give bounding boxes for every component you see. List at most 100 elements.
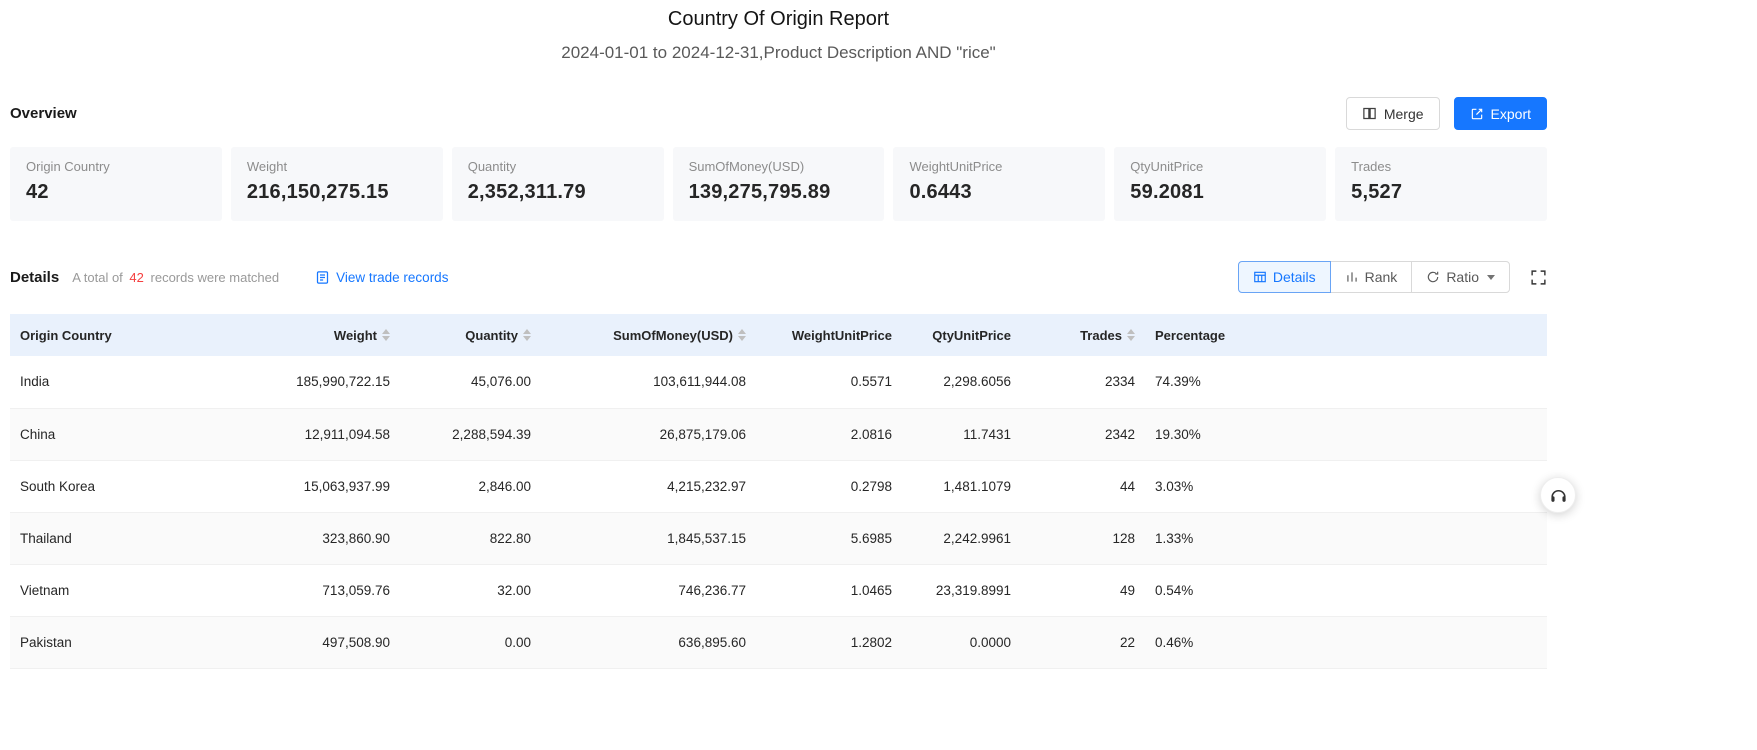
table-row[interactable]: South Korea 15,063,937.99 2,846.00 4,215… — [10, 460, 1547, 513]
table-body: India 185,990,722.15 45,076.00 103,611,9… — [10, 356, 1547, 669]
stat-card-label: QtyUnitPrice — [1130, 159, 1204, 174]
cell-sum-of-money: 1,845,537.15 — [541, 512, 756, 565]
table-row[interactable]: Thailand 323,860.90 822.80 1,845,537.15 … — [10, 512, 1547, 565]
cell-origin-country: India — [10, 356, 266, 409]
stat-card-label: Trades — [1351, 159, 1392, 174]
support-button[interactable] — [1540, 477, 1576, 513]
merge-button-label: Merge — [1383, 105, 1424, 122]
merge-icon — [1362, 106, 1377, 121]
rank-icon — [1345, 270, 1359, 284]
cell-qty-unit-price: 2,298.6056 — [902, 356, 1021, 409]
cell-quantity: 0.00 — [400, 616, 541, 669]
cell-weight: 15,063,937.99 — [266, 460, 400, 513]
merge-button[interactable]: Merge — [1345, 97, 1440, 130]
cell-percentage: 1.33% — [1145, 512, 1547, 565]
cell-quantity: 2,846.00 — [400, 460, 541, 513]
table-row[interactable]: India 185,990,722.15 45,076.00 103,611,9… — [10, 356, 1547, 409]
export-button[interactable]: Export — [1453, 97, 1547, 130]
sort-icon[interactable] — [1127, 329, 1135, 341]
cell-trades: 2342 — [1021, 408, 1145, 461]
stat-card-value: 2,352,311.79 — [467, 181, 586, 203]
overview-stat-cards: Origin Country 42 Weight 216,150,275.15 … — [10, 147, 1548, 221]
cell-weight: 185,990,722.15 — [266, 356, 400, 409]
stat-card: Weight 216,150,275.15 — [230, 147, 443, 221]
toolbar: Merge Export — [1345, 97, 1547, 130]
stat-card: Trades 5,527 — [1335, 147, 1548, 221]
sort-icon[interactable] — [738, 329, 746, 341]
cell-percentage: 74.39% — [1145, 356, 1547, 409]
stat-card-value: 216,150,275.15 — [246, 181, 389, 203]
cell-quantity: 822.80 — [400, 512, 541, 565]
headset-icon — [1549, 486, 1568, 505]
cell-weight-unit-price: 0.2798 — [756, 460, 902, 513]
page-title: Country Of Origin Report — [667, 8, 890, 30]
cell-origin-country: Vietnam — [10, 564, 266, 617]
tab-ratio[interactable]: Ratio — [1411, 261, 1510, 293]
cell-trades: 44 — [1021, 460, 1145, 513]
tab-ratio-label: Ratio — [1446, 269, 1479, 285]
fullscreen-button[interactable] — [1530, 269, 1547, 286]
cell-weight-unit-price: 1.2802 — [756, 616, 902, 669]
cell-weight-unit-price: 5.6985 — [756, 512, 902, 565]
table-row[interactable]: China 12,911,094.58 2,288,594.39 26,875,… — [10, 408, 1547, 461]
cell-sum-of-money: 746,236.77 — [541, 564, 756, 617]
cell-percentage: 0.54% — [1145, 564, 1547, 617]
overview-header-row: Overview Merge Export — [10, 97, 1547, 130]
cell-quantity: 45,076.00 — [400, 356, 541, 409]
trade-records-icon — [315, 270, 330, 285]
header-percentage: Percentage — [1145, 314, 1547, 356]
header-label: Quantity — [465, 327, 518, 343]
cell-sum-of-money: 636,895.60 — [541, 616, 756, 669]
sort-icon[interactable] — [523, 329, 531, 341]
cell-percentage: 0.46% — [1145, 616, 1547, 669]
stat-card: Quantity 2,352,311.79 — [451, 147, 664, 221]
match-count: 42 — [129, 269, 144, 285]
overview-heading: Overview — [10, 105, 77, 122]
chevron-down-icon — [1487, 274, 1495, 280]
match-suffix: records were matched — [150, 269, 280, 285]
stat-card-value: 59.2081 — [1130, 181, 1204, 203]
details-grid-icon — [1253, 270, 1267, 284]
fullscreen-icon — [1530, 269, 1547, 286]
table-header: Origin Country Weight Quantity SumOfMone… — [10, 314, 1547, 356]
header-label: Trades — [1080, 327, 1122, 343]
cell-percentage: 3.03% — [1145, 460, 1547, 513]
table-row[interactable]: Pakistan 497,508.90 0.00 636,895.60 1.28… — [10, 616, 1547, 669]
cell-origin-country: Pakistan — [10, 616, 266, 669]
cell-trades: 49 — [1021, 564, 1145, 617]
sort-icon[interactable] — [382, 329, 390, 341]
stat-card-value: 42 — [26, 181, 49, 203]
cell-qty-unit-price: 1,481.1079 — [902, 460, 1021, 513]
header-label: Weight — [333, 327, 377, 343]
table-row[interactable]: Vietnam 713,059.76 32.00 746,236.77 1.04… — [10, 564, 1547, 617]
export-icon — [1470, 107, 1484, 121]
cell-weight-unit-price: 1.0465 — [756, 564, 902, 617]
stat-card: QtyUnitPrice 59.2081 — [1114, 147, 1327, 221]
match-prefix: A total of — [72, 269, 123, 285]
cell-sum-of-money: 4,215,232.97 — [541, 460, 756, 513]
cell-weight: 713,059.76 — [266, 564, 400, 617]
stat-card-label: SumOfMoney(USD) — [688, 159, 805, 174]
cell-qty-unit-price: 0.0000 — [902, 616, 1021, 669]
cell-sum-of-money: 103,611,944.08 — [541, 356, 756, 409]
cell-trades: 2334 — [1021, 356, 1145, 409]
cell-weight-unit-price: 0.5571 — [756, 356, 902, 409]
details-heading: Details — [10, 268, 60, 286]
match-summary: A total of 42 records were matched — [72, 270, 279, 285]
tab-details-label: Details — [1272, 269, 1316, 285]
stat-card: SumOfMoney(USD) 139,275,795.89 — [672, 147, 885, 221]
ratio-icon — [1426, 270, 1440, 284]
stat-card-value: 139,275,795.89 — [688, 181, 831, 203]
stat-card-label: Origin Country — [26, 159, 110, 174]
details-controls: Details Rank Ratio — [1237, 261, 1547, 293]
cell-percentage: 19.30% — [1145, 408, 1547, 461]
view-trade-records-link[interactable]: View trade records — [315, 270, 448, 285]
tab-details[interactable]: Details — [1237, 261, 1331, 293]
header-weight: Weight — [266, 314, 400, 356]
header-sum-of-money: SumOfMoney(USD) — [541, 314, 756, 356]
stat-card: Origin Country 42 — [10, 147, 222, 221]
header-label: Percentage — [1155, 327, 1226, 343]
tab-rank[interactable]: Rank — [1329, 261, 1413, 293]
stat-card-value: 5,527 — [1351, 181, 1403, 203]
page-subtitle: 2024-01-01 to 2024-12-31,Product Descrip… — [561, 43, 996, 62]
